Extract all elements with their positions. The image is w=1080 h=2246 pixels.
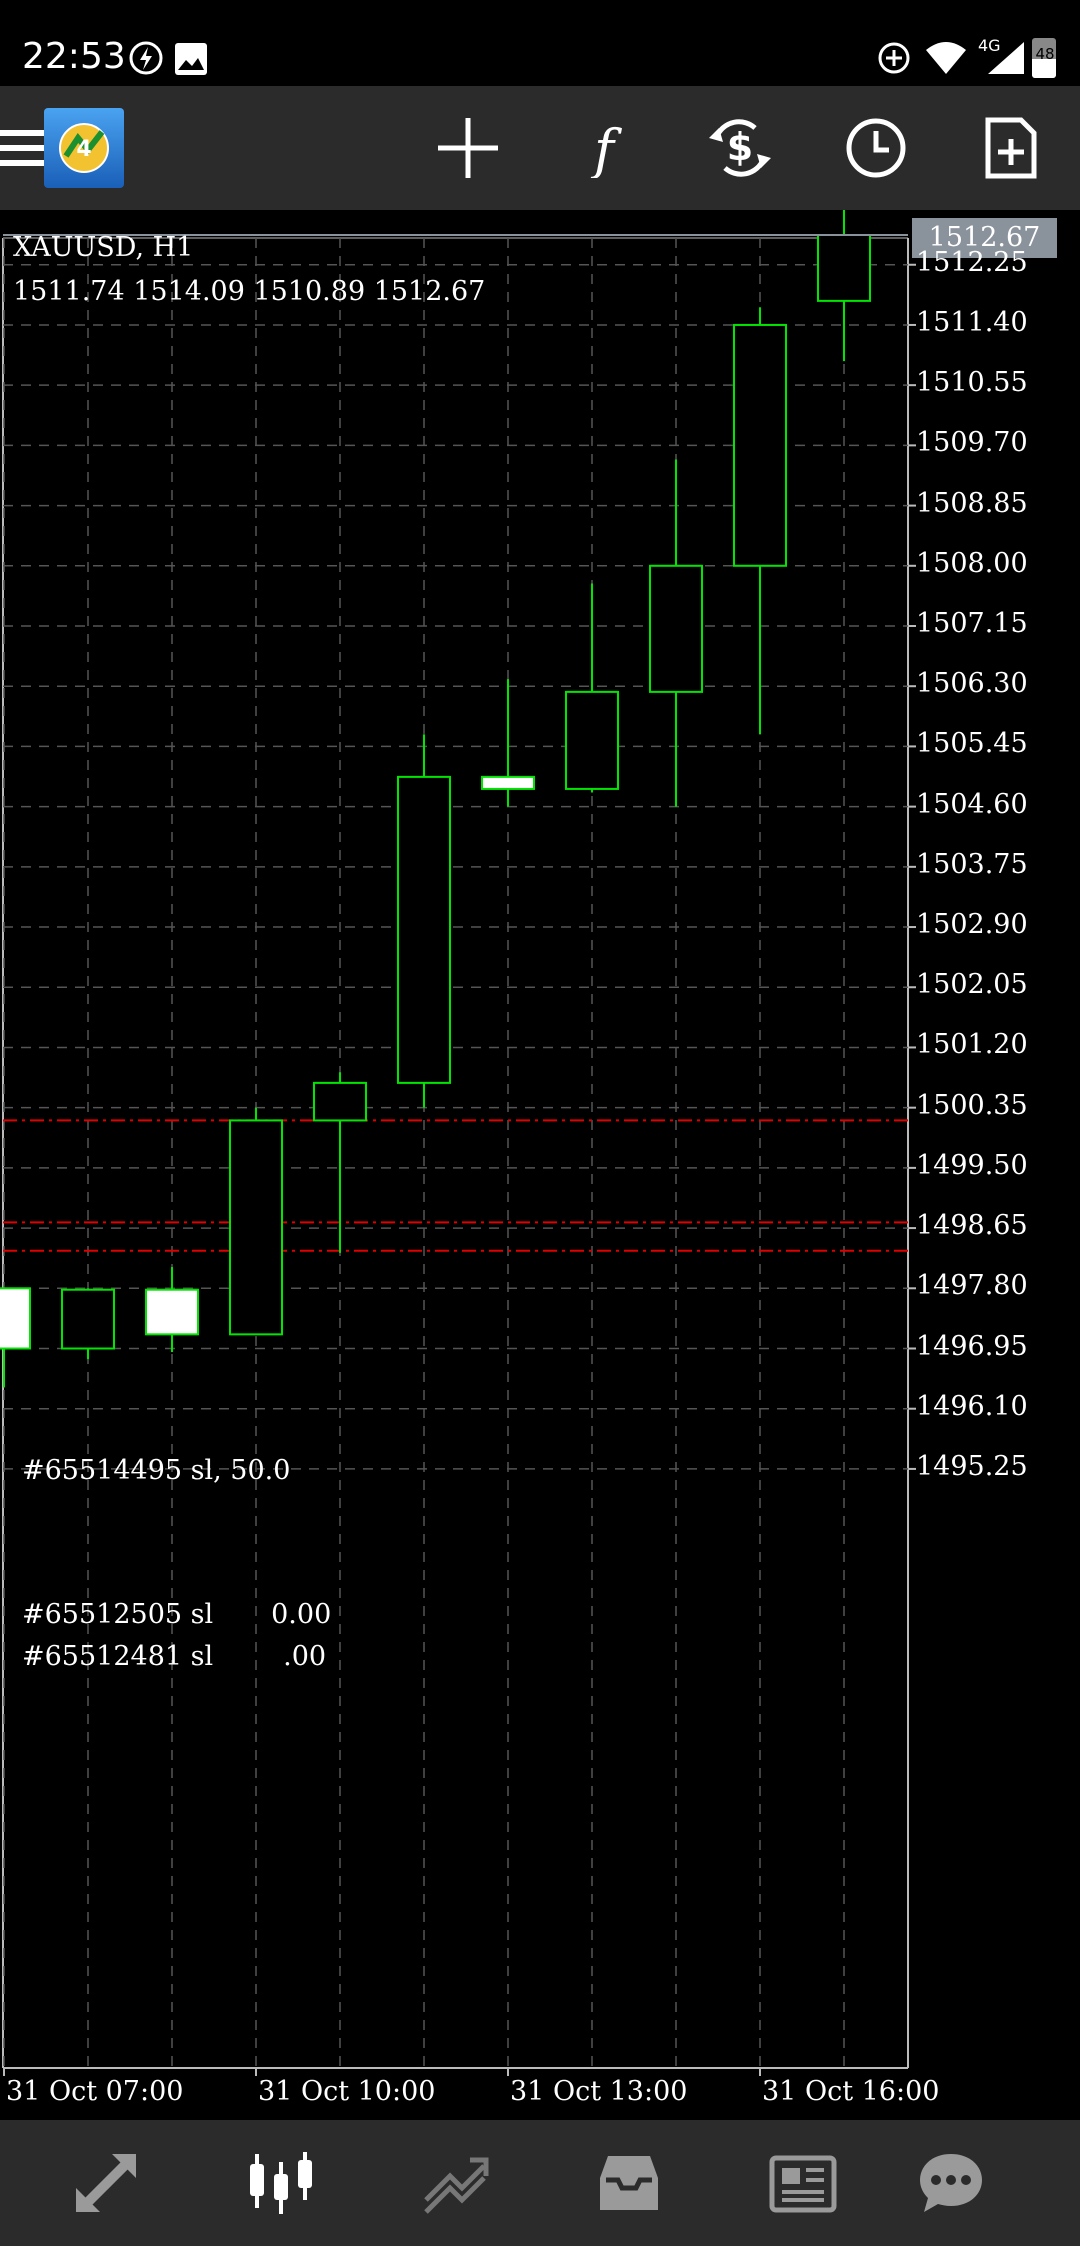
- svg-text:$: $: [727, 125, 753, 169]
- function-f-icon: f: [590, 118, 622, 178]
- nav-quotes[interactable]: [20, 2120, 194, 2246]
- y-tick-label: 1510.55: [916, 367, 1028, 399]
- trade-dollar-icon: $: [709, 119, 771, 177]
- y-tick-label: 1496.10: [916, 1390, 1028, 1422]
- y-tick-label: 1495.25: [916, 1450, 1028, 1482]
- candle-body-bullish: [649, 564, 703, 693]
- order-label-text: #65514495 sl, 50.0: [22, 1455, 291, 1486]
- indicators-button[interactable]: f: [554, 86, 654, 210]
- trade-trend-icon: [424, 2157, 489, 2214]
- x-tick-label: 31 Oct 16:00: [762, 2076, 940, 2107]
- timeframe-clock-icon: [846, 118, 906, 178]
- y-tick-label: 1509.70: [916, 427, 1028, 459]
- x-tick-label: 31 Oct 10:00: [258, 2076, 436, 2107]
- candle-body-bullish: [397, 775, 451, 1084]
- new-order-button[interactable]: [961, 86, 1061, 210]
- trade-button[interactable]: $: [690, 86, 790, 210]
- order-label-text: #65512505 sl: [22, 1599, 214, 1630]
- status-time: 22:53: [22, 36, 126, 77]
- candlestick-chart-icon: [250, 2152, 312, 2214]
- candle-body-bearish: [145, 1288, 199, 1336]
- y-tick-label: 1500.35: [916, 1089, 1028, 1121]
- svg-text:4: 4: [76, 137, 91, 162]
- wifi-icon: [926, 42, 966, 74]
- y-tick-label: 1511.40: [916, 306, 1028, 338]
- flash-icon: [129, 41, 163, 75]
- chart-symbol: XAUUSD, H1: [13, 232, 194, 263]
- order-label-suffix: .00: [283, 1641, 327, 1672]
- candle-body-bearish: [481, 775, 535, 790]
- candle-body-bullish: [61, 1288, 115, 1350]
- sync-icon: [878, 42, 910, 74]
- timeframe-button[interactable]: [826, 86, 926, 210]
- new-document-icon: [985, 117, 1037, 179]
- y-tick-label: 1504.60: [916, 788, 1028, 820]
- y-tick-label: 1512.25: [916, 246, 1028, 278]
- inbox-history-icon: [600, 2156, 658, 2210]
- crosshair-button[interactable]: [418, 86, 518, 210]
- image-icon: [175, 43, 207, 75]
- y-tick-label: 1508.85: [916, 487, 1028, 519]
- y-tick-label: 1508.00: [916, 547, 1028, 579]
- svg-text:f: f: [590, 118, 622, 178]
- order-label-65514495: #65514495 sl, 50.0: [22, 1455, 290, 1486]
- order-label-text: #65512481 sl: [22, 1641, 214, 1672]
- y-tick-label: 1503.75: [916, 848, 1028, 880]
- menu-icon: [0, 130, 50, 166]
- x-tick-label: 31 Oct 07:00: [6, 2076, 184, 2107]
- nav-chat[interactable]: [864, 2120, 1038, 2246]
- y-tick-label: 1502.05: [916, 969, 1028, 1001]
- candle-body-bullish: [817, 234, 871, 302]
- metatrader-logo-icon: 4: [44, 108, 124, 188]
- y-tick-label: 1507.15: [916, 608, 1028, 639]
- y-tick-label: 1496.95: [916, 1330, 1028, 1362]
- quotes-arrows-icon: [76, 2154, 136, 2212]
- candle-body-bearish: [0, 1287, 31, 1350]
- y-tick-label: 1505.45: [916, 728, 1028, 760]
- y-tick-label: 1502.90: [916, 909, 1028, 941]
- order-label-suffix: 0.00: [271, 1599, 332, 1630]
- order-label-65512505: #65512505 sl 0.00: [22, 1599, 331, 1630]
- battery-level: 48: [1035, 45, 1055, 63]
- candle-body-bullish: [733, 323, 787, 567]
- chart-ohlc: 1511.74 1514.09 1510.89 1512.67: [13, 276, 486, 307]
- y-tick-label: 1501.20: [916, 1029, 1028, 1061]
- nav-history[interactable]: [542, 2120, 716, 2246]
- nav-trade[interactable]: [368, 2120, 542, 2246]
- chat-bubble-icon: [920, 2154, 982, 2212]
- app-logo[interactable]: 4: [44, 108, 124, 188]
- x-tick-label: 31 Oct 13:00: [510, 2076, 688, 2107]
- signal-icon: [988, 42, 1024, 74]
- candle-body-bullish: [229, 1119, 283, 1336]
- order-label-65512481: #65512481 sl .00: [22, 1641, 326, 1672]
- news-icon: [769, 2155, 837, 2213]
- candle-body-bullish: [565, 690, 619, 790]
- y-tick-label: 1499.50: [916, 1149, 1028, 1181]
- y-tick-label: 1506.30: [916, 668, 1028, 700]
- status-bar: 22:53 4G 48: [0, 0, 1080, 86]
- y-tick-label: 1497.80: [916, 1270, 1028, 1302]
- candle-body-bullish: [313, 1081, 367, 1122]
- crosshair-icon: [438, 118, 498, 178]
- y-tick-label: 1498.65: [916, 1210, 1028, 1242]
- nav-chart[interactable]: [194, 2120, 368, 2246]
- bottom-navigation: [0, 2120, 1080, 2246]
